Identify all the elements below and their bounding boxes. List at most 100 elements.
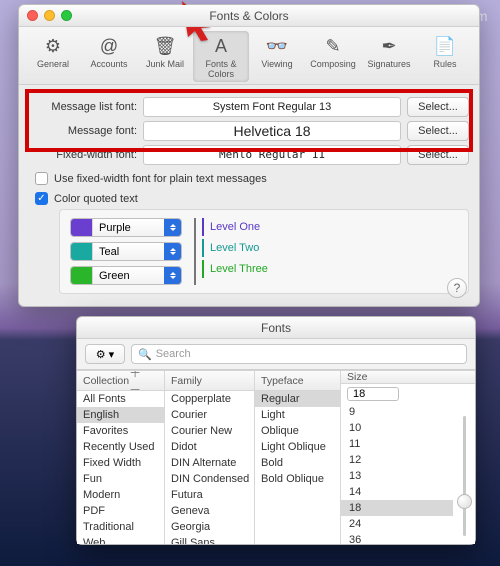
list-item[interactable]: Regular bbox=[255, 391, 340, 407]
list-item[interactable]: Fixed Width bbox=[77, 455, 164, 471]
fixed-width-font-row: Fixed-width font: Menlo Regular 11 Selec… bbox=[29, 145, 469, 165]
list-item[interactable]: Favorites bbox=[77, 423, 164, 439]
size-input[interactable] bbox=[347, 387, 399, 401]
list-item[interactable]: Fun bbox=[77, 471, 164, 487]
list-item[interactable]: 36 bbox=[341, 532, 453, 544]
message-list-font-row: Message list font: System Font Regular 1… bbox=[29, 97, 469, 117]
tab-accounts[interactable]: @Accounts bbox=[81, 31, 137, 82]
tab-junk-mail[interactable]: 🗑Junk Mail bbox=[137, 31, 193, 82]
tab-icon: @ bbox=[81, 33, 137, 59]
list-item[interactable]: 18 bbox=[341, 500, 453, 516]
family-column: Family CopperplateCourierCourier NewDido… bbox=[165, 371, 255, 544]
list-item[interactable]: Courier bbox=[165, 407, 254, 423]
tab-composing[interactable]: ✎Composing bbox=[305, 31, 361, 82]
list-item[interactable]: English bbox=[77, 407, 164, 423]
list-item[interactable]: Oblique bbox=[255, 423, 340, 439]
list-item[interactable]: PDF bbox=[77, 503, 164, 519]
list-item[interactable]: Modern bbox=[77, 487, 164, 503]
tab-label: Composing bbox=[305, 59, 361, 69]
window-title: Fonts & Colors bbox=[209, 9, 288, 23]
list-item[interactable]: Bold Oblique bbox=[255, 471, 340, 487]
help-button[interactable]: ? bbox=[447, 278, 467, 298]
close-icon[interactable] bbox=[27, 10, 38, 21]
use-fixed-width-label: Use fixed-width font for plain text mess… bbox=[54, 173, 267, 185]
use-fixed-width-checkbox[interactable]: Use fixed-width font for plain text mess… bbox=[35, 172, 469, 185]
color-popup-teal[interactable]: Teal bbox=[70, 242, 182, 261]
typeface-column: Typeface RegularLightObliqueLight Obliqu… bbox=[255, 371, 341, 544]
tab-label: Accounts bbox=[81, 59, 137, 69]
tab-icon: ⚙ bbox=[25, 33, 81, 59]
color-quoted-label: Color quoted text bbox=[54, 193, 138, 205]
list-item[interactable]: Courier New bbox=[165, 423, 254, 439]
quote-level-sample: Level Two bbox=[202, 239, 268, 257]
list-item[interactable]: 10 bbox=[341, 420, 453, 436]
tab-viewing[interactable]: 👓Viewing bbox=[249, 31, 305, 82]
tab-rules[interactable]: 📄Rules bbox=[417, 31, 473, 82]
tab-label: General bbox=[25, 59, 81, 69]
color-name: Purple bbox=[99, 222, 131, 234]
search-placeholder: Search bbox=[156, 348, 191, 360]
color-popup-purple[interactable]: Purple bbox=[70, 218, 182, 237]
color-swatch-icon bbox=[71, 243, 93, 260]
list-item[interactable]: Traditional bbox=[77, 519, 164, 535]
list-item[interactable]: Web bbox=[77, 535, 164, 544]
list-item[interactable]: Geneva bbox=[165, 503, 254, 519]
tab-general[interactable]: ⚙General bbox=[25, 31, 81, 82]
list-item[interactable]: DIN Condensed bbox=[165, 471, 254, 487]
list-item[interactable]: Gill Sans bbox=[165, 535, 254, 544]
list-item[interactable]: Copperplate bbox=[165, 391, 254, 407]
fonts-toolbar: ⚙︎ ▾ 🔍 Search bbox=[77, 339, 475, 370]
fixed-width-font-label: Fixed-width font: bbox=[29, 149, 137, 161]
list-item[interactable]: Georgia bbox=[165, 519, 254, 535]
size-slider[interactable] bbox=[453, 404, 475, 544]
window-controls bbox=[27, 10, 72, 21]
list-item[interactable]: Bold bbox=[255, 455, 340, 471]
list-item[interactable]: Futura bbox=[165, 487, 254, 503]
select-fixed-font-button[interactable]: Select... bbox=[407, 145, 469, 165]
preferences-window: Fonts & Colors ⚙General@Accounts🗑Junk Ma… bbox=[18, 4, 480, 307]
select-message-font-button[interactable]: Select... bbox=[407, 121, 469, 141]
search-icon: 🔍 bbox=[138, 348, 152, 361]
minimize-icon[interactable] bbox=[44, 10, 55, 21]
typeface-header: Typeface bbox=[261, 375, 304, 387]
chevron-updown-icon bbox=[164, 243, 181, 260]
tab-label: Junk Mail bbox=[137, 59, 193, 69]
select-list-font-button[interactable]: Select... bbox=[407, 97, 469, 117]
tab-signatures[interactable]: ✒Signatures bbox=[361, 31, 417, 82]
zoom-icon[interactable] bbox=[61, 10, 72, 21]
color-swatch-icon bbox=[71, 219, 93, 236]
list-item[interactable]: 24 bbox=[341, 516, 453, 532]
tab-icon: 👓 bbox=[249, 33, 305, 59]
gear-menu-button[interactable]: ⚙︎ ▾ bbox=[85, 344, 125, 364]
list-item[interactable]: 12 bbox=[341, 452, 453, 468]
slider-knob-icon[interactable] bbox=[457, 494, 472, 509]
message-font-label: Message font: bbox=[29, 125, 137, 137]
list-item[interactable]: 9 bbox=[341, 404, 453, 420]
prefs-toolbar: ⚙General@Accounts🗑Junk MailAFonts & Colo… bbox=[19, 27, 479, 85]
list-item[interactable]: 14 bbox=[341, 484, 453, 500]
tab-label: Fonts & Colors bbox=[193, 59, 249, 79]
tab-icon: A bbox=[193, 33, 249, 59]
list-item[interactable]: Light bbox=[255, 407, 340, 423]
list-item[interactable]: 13 bbox=[341, 468, 453, 484]
quote-colors-box: PurpleTealGreen Level OneLevel TwoLevel … bbox=[59, 209, 469, 294]
fonts-panel: Fonts ⚙︎ ▾ 🔍 Search Collection＋ － All Fo… bbox=[76, 316, 476, 545]
color-popup-green[interactable]: Green bbox=[70, 266, 182, 285]
list-item[interactable]: All Fonts bbox=[77, 391, 164, 407]
list-item[interactable]: DIN Alternate bbox=[165, 455, 254, 471]
tab-icon: 🗑 bbox=[137, 33, 193, 59]
family-header: Family bbox=[171, 375, 202, 387]
search-input[interactable]: 🔍 Search bbox=[131, 344, 467, 364]
fonts-titlebar: Fonts bbox=[77, 317, 475, 339]
fonts-title: Fonts bbox=[261, 321, 291, 335]
color-quoted-checkbox[interactable]: ✓ Color quoted text bbox=[35, 192, 469, 205]
list-item[interactable]: Light Oblique bbox=[255, 439, 340, 455]
message-list-font-label: Message list font: bbox=[29, 101, 137, 113]
tab-icon: ✒ bbox=[361, 33, 417, 59]
list-item[interactable]: Didot bbox=[165, 439, 254, 455]
list-item[interactable]: Recently Used bbox=[77, 439, 164, 455]
checkbox-icon bbox=[35, 172, 48, 185]
tab-icon: 📄 bbox=[417, 33, 473, 59]
list-item[interactable]: 11 bbox=[341, 436, 453, 452]
tab-fonts-colors[interactable]: AFonts & Colors bbox=[193, 31, 249, 82]
